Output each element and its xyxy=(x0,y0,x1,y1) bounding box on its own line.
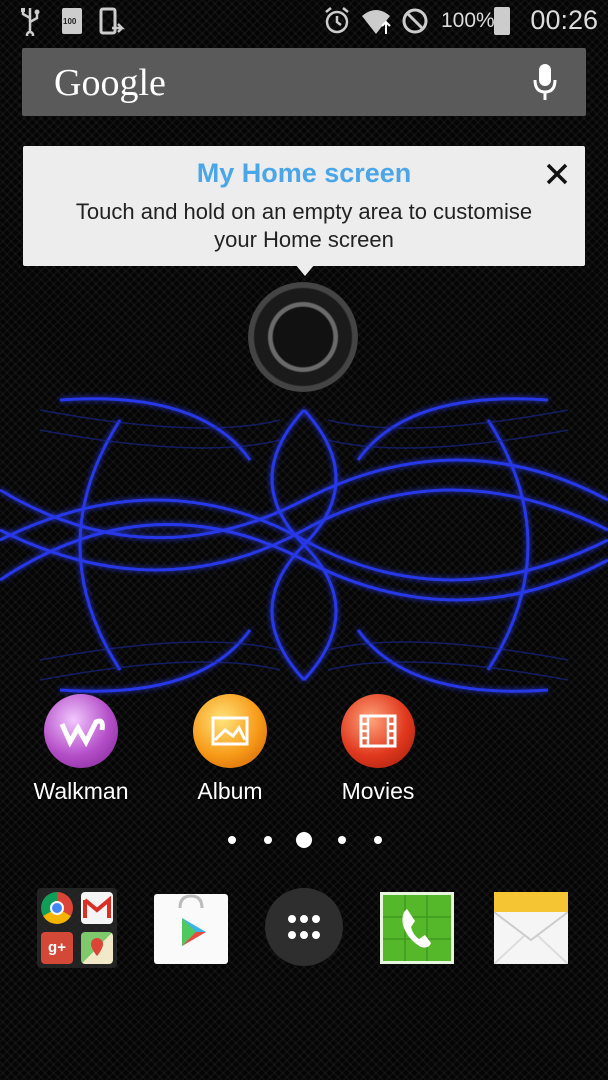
ring-widget[interactable] xyxy=(248,282,358,392)
alarm-icon xyxy=(325,7,349,34)
play-store-icon xyxy=(178,894,206,946)
app-label-album: Album xyxy=(197,778,263,804)
do-not-disturb-icon xyxy=(402,8,428,34)
wallpaper-glow xyxy=(0,397,608,693)
walkman-icon xyxy=(44,694,118,768)
usb-icon xyxy=(21,8,40,36)
tip-body: Touch and hold on an empty area to custo… xyxy=(75,199,533,252)
app-label-movies: Movies xyxy=(341,778,415,804)
google-folder[interactable]: g+ xyxy=(37,888,117,968)
app-album[interactable]: Album xyxy=(170,694,290,805)
chrome-icon xyxy=(41,892,73,924)
clock: 00:26 xyxy=(530,5,598,35)
phone-icon xyxy=(383,895,451,961)
page-dot[interactable] xyxy=(374,836,382,844)
battery-percent: 100% xyxy=(441,9,495,32)
battery-charging-icon: 100 xyxy=(62,8,82,34)
phone[interactable] xyxy=(380,892,454,964)
page-dot[interactable] xyxy=(338,836,346,844)
screenshot-icon xyxy=(99,7,126,35)
page-dot[interactable] xyxy=(264,836,272,844)
google-logo: Google xyxy=(54,62,166,104)
app-walkman[interactable]: Walkman xyxy=(21,694,141,805)
google-plus-icon: g+ xyxy=(41,932,73,964)
gmail-icon xyxy=(81,892,113,924)
email[interactable] xyxy=(493,892,569,965)
tip-title: My Home screen xyxy=(196,158,412,188)
maps-icon xyxy=(81,932,113,964)
google-search-bar[interactable]: Google xyxy=(22,48,586,116)
page-dot[interactable] xyxy=(228,836,236,844)
album-icon xyxy=(193,694,267,768)
page-dot-active[interactable] xyxy=(296,832,312,848)
battery-badge: 100 xyxy=(63,17,77,26)
battery-icon xyxy=(494,7,510,35)
play-store[interactable] xyxy=(154,894,228,964)
movies-icon xyxy=(341,694,415,768)
home-screen-tip: My Home screen Touch and hold on an empt… xyxy=(23,146,585,266)
mic-icon[interactable] xyxy=(532,62,558,102)
close-icon[interactable] xyxy=(543,160,571,188)
email-icon xyxy=(493,892,569,965)
app-drawer[interactable] xyxy=(265,888,343,966)
tip-arrow xyxy=(295,264,315,276)
app-label-walkman: Walkman xyxy=(33,778,129,804)
app-drawer-icon xyxy=(288,915,320,939)
wifi-icon xyxy=(362,10,391,34)
status-bar: 100 100% 00:26 xyxy=(0,0,608,44)
app-movies[interactable]: Movies xyxy=(318,694,438,805)
